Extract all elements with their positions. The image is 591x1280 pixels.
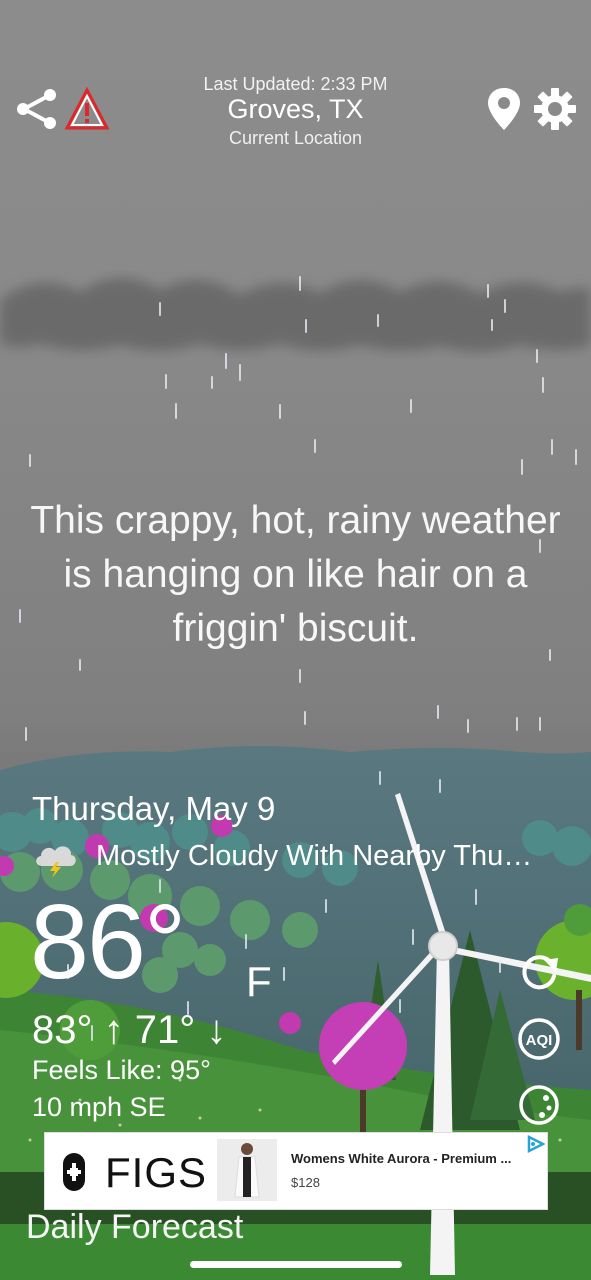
adchoices-icon[interactable]: [525, 1134, 546, 1154]
home-indicator[interactable]: [190, 1261, 402, 1268]
aqi-icon[interactable]: AQI: [516, 1016, 562, 1062]
moon-phase-icon[interactable]: [516, 1082, 562, 1128]
gear-icon[interactable]: [532, 86, 578, 132]
aqi-label: AQI: [526, 1032, 553, 1049]
location-source-label: Current Location: [228, 128, 363, 148]
ad-title[interactable]: Womens White Aurora - Premium ...: [291, 1151, 511, 1166]
advertisement-banner[interactable]: FIGS Womens White Aurora - Premium ... $…: [44, 1132, 548, 1210]
thunderstorm-cloud-icon: [32, 838, 80, 878]
wind-text: 10 mph SE: [32, 1092, 166, 1122]
current-temperature: 86°: [30, 883, 186, 1001]
ad-brand-name: FIGS: [105, 1149, 208, 1196]
refresh-icon[interactable]: [516, 948, 562, 994]
forecast-day-label: Thursday, May 9: [32, 790, 276, 827]
ad-product-image[interactable]: [217, 1139, 277, 1201]
condition-text: Mostly Cloudy With Nearby Thu…: [96, 840, 533, 872]
city-name[interactable]: Groves, TX: [140, 94, 451, 125]
temperature-unit[interactable]: F: [246, 958, 272, 1006]
location-pin-icon[interactable]: [484, 86, 524, 132]
daily-forecast-heading: Daily Forecast: [26, 1208, 244, 1246]
alert-triangle-icon[interactable]: [64, 86, 110, 132]
share-icon[interactable]: [14, 86, 60, 132]
high-low-temperatures: 83° ↑ 71° ↓: [32, 1008, 227, 1052]
feels-like-text: Feels Like: 95°: [32, 1055, 211, 1085]
figs-logo[interactable]: FIGS: [61, 1147, 206, 1197]
ad-price: $128: [291, 1175, 320, 1190]
last-updated-text: Last Updated: 2:33 PM: [203, 74, 388, 94]
snarky-forecast-message: This crappy, hot, rainy weather is hangi…: [30, 499, 561, 650]
